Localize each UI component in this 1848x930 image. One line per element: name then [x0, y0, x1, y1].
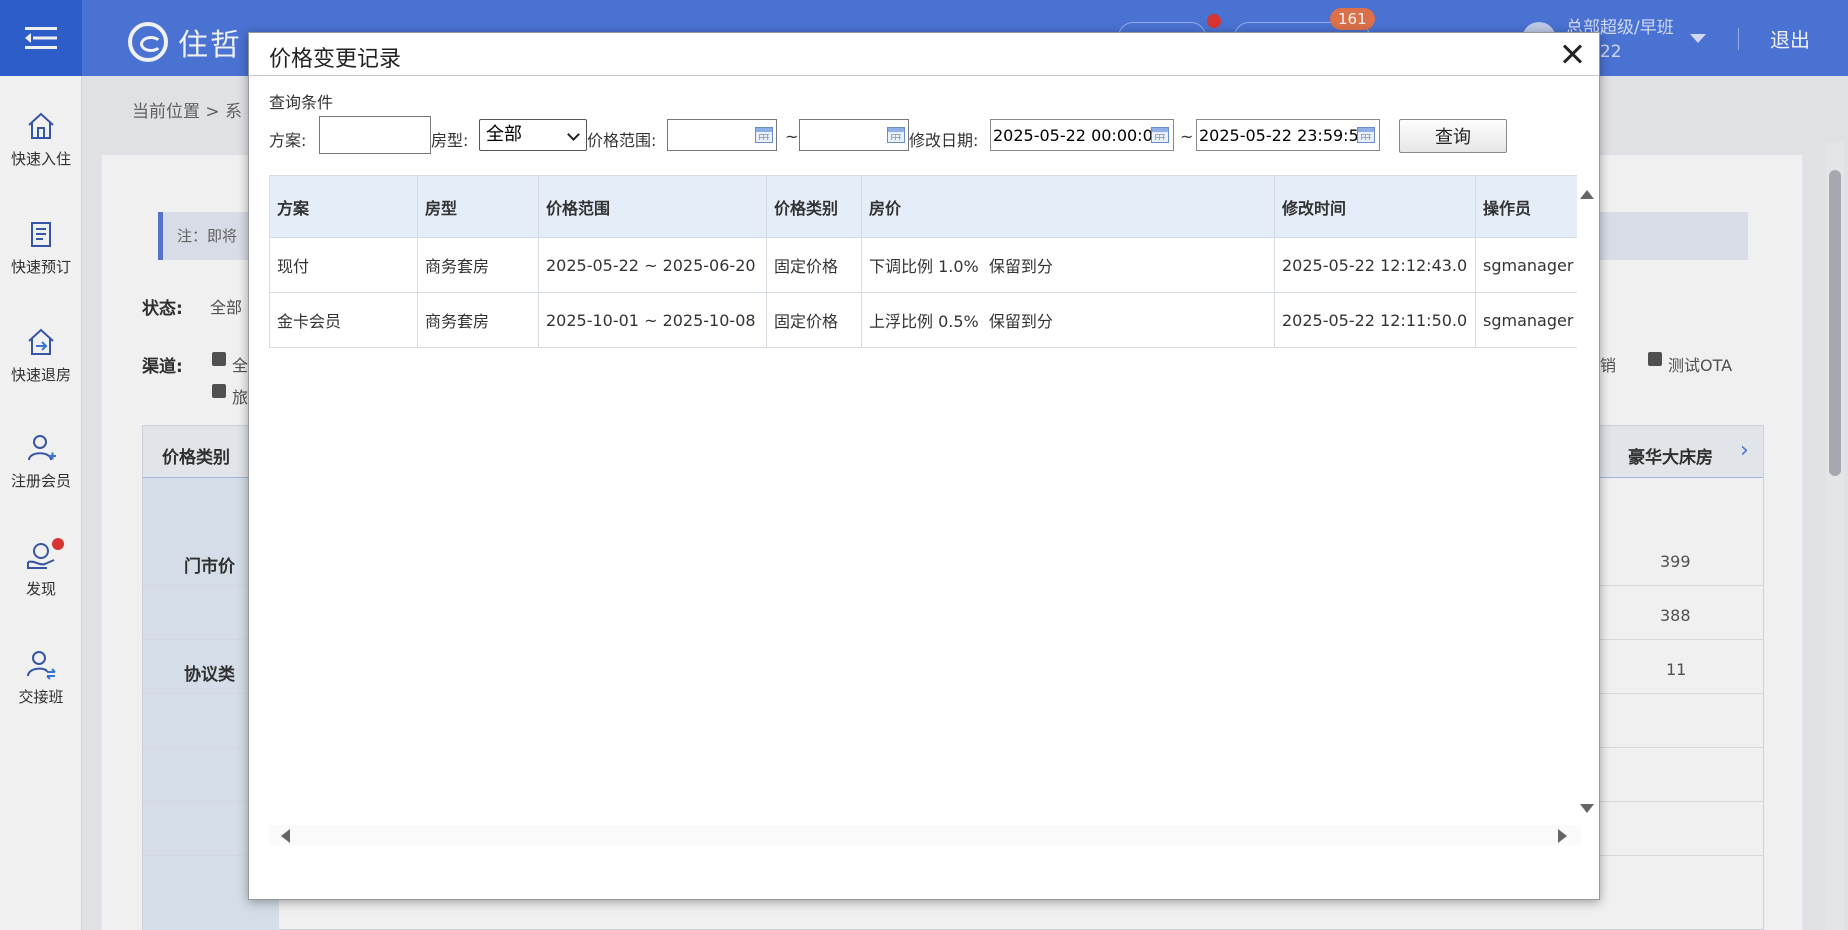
- range-separator: ~: [1180, 127, 1194, 146]
- column-header-operator[interactable]: 操作员: [1475, 175, 1577, 238]
- close-icon[interactable]: [1561, 43, 1583, 65]
- cell-room-rate: 下调比例 1.0% 保留到分: [861, 237, 1275, 293]
- plan-label: 方案:: [269, 131, 307, 150]
- room-type-label: 房型:: [431, 131, 469, 150]
- cell-price-type: 固定价格: [766, 292, 862, 348]
- scroll-left-arrow-icon[interactable]: [281, 829, 290, 843]
- column-header-modify-time[interactable]: 修改时间: [1274, 175, 1476, 238]
- column-header-price-range[interactable]: 价格范围: [538, 175, 767, 238]
- cell-modify-time: 2025-05-22 12:12:43.0: [1274, 237, 1476, 293]
- range-separator: ~: [785, 127, 799, 146]
- cell-price-range: 2025-05-22 ~ 2025-06-20: [538, 237, 767, 293]
- cell-plan: 现付: [269, 237, 418, 293]
- horizontal-scrollbar[interactable]: [269, 825, 1581, 845]
- query-section-title: 查询条件: [269, 93, 334, 112]
- cell-room-type: 商务套房: [417, 237, 539, 293]
- table-row[interactable]: 金卡会员 商务套房 2025-10-01 ~ 2025-10-08 固定价格 上…: [269, 292, 1577, 348]
- cell-price-type: 固定价格: [766, 237, 862, 293]
- calendar-icon[interactable]: [887, 127, 905, 143]
- table-row[interactable]: 现付 商务套房 2025-05-22 ~ 2025-06-20 固定价格 下调比…: [269, 237, 1577, 293]
- modify-date-label: 修改日期:: [909, 131, 979, 150]
- cell-plan: 金卡会员: [269, 292, 418, 348]
- scroll-right-arrow-icon[interactable]: [1558, 829, 1567, 843]
- table-header-row: 方案 房型 价格范围 价格类别 房价 修改时间 操作员: [269, 175, 1577, 238]
- room-type-select[interactable]: 全部: [479, 119, 587, 151]
- cell-room-type: 商务套房: [417, 292, 539, 348]
- results-grid: 方案 房型 价格范围 价格类别 房价 修改时间 操作员 现付 商务套房 2025…: [269, 175, 1577, 811]
- price-range-label: 价格范围:: [587, 131, 657, 150]
- scroll-up-arrow-icon[interactable]: [1580, 190, 1594, 199]
- cell-price-range: 2025-10-01 ~ 2025-10-08: [538, 292, 767, 348]
- results-table: 方案 房型 价格范围 价格类别 房价 修改时间 操作员 现付 商务套房 2025…: [269, 175, 1577, 348]
- scroll-down-arrow-icon[interactable]: [1580, 804, 1594, 813]
- date-from-input[interactable]: [990, 119, 1174, 151]
- column-header-room-type[interactable]: 房型: [417, 175, 539, 238]
- divider: [249, 75, 1599, 76]
- price-change-log-dialog: 价格变更记录 查询条件 方案: 房型: 全部 价格范围: ~ 修改日期: ~ 查…: [248, 32, 1600, 900]
- cell-operator: sgmanager: [1475, 237, 1577, 293]
- cell-operator: sgmanager: [1475, 292, 1577, 348]
- column-header-price-type[interactable]: 价格类别: [766, 175, 862, 238]
- cell-room-rate: 上浮比例 0.5% 保留到分: [861, 292, 1275, 348]
- calendar-icon[interactable]: [1151, 127, 1169, 143]
- plan-input[interactable]: [319, 116, 431, 154]
- dialog-title: 价格变更记录: [269, 47, 402, 72]
- date-to-input[interactable]: [1196, 119, 1380, 151]
- calendar-icon[interactable]: [755, 127, 773, 143]
- room-type-selected: 全部: [486, 124, 522, 145]
- column-header-plan[interactable]: 方案: [269, 175, 418, 238]
- cell-modify-time: 2025-05-22 12:11:50.0: [1274, 292, 1476, 348]
- column-header-room-rate[interactable]: 房价: [861, 175, 1275, 238]
- query-button[interactable]: 查询: [1399, 119, 1507, 153]
- calendar-icon[interactable]: [1357, 127, 1375, 143]
